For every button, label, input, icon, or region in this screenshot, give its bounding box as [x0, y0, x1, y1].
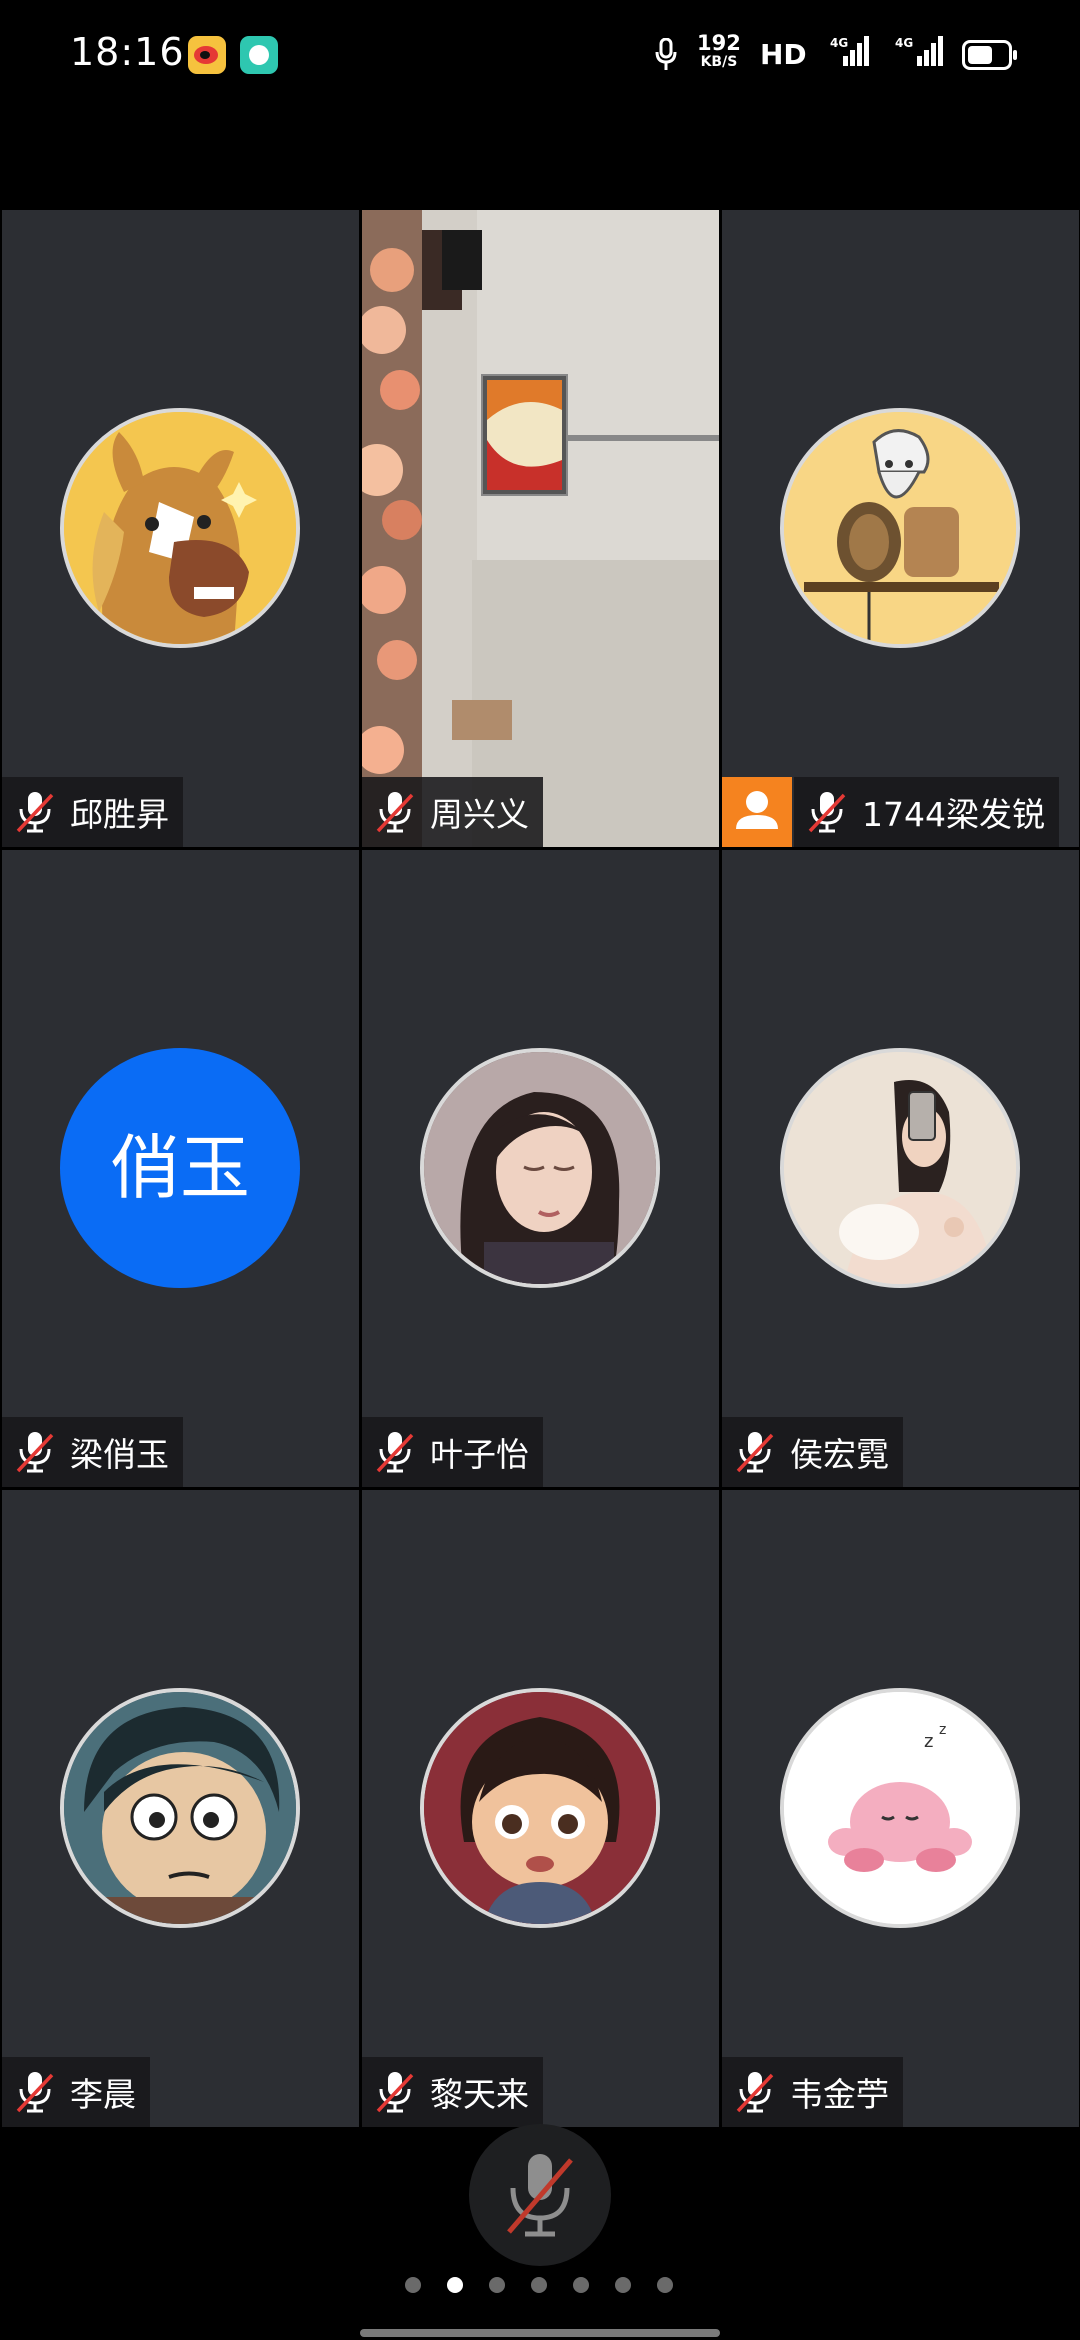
participant-tile-video[interactable]: 周兴义: [362, 210, 719, 847]
participant-label: 叶子怡: [362, 1417, 543, 1487]
avatar: [60, 1688, 300, 1928]
participant-name: 周兴义: [430, 795, 529, 834]
avatar: [60, 408, 300, 648]
participant-name: 1744梁发锐: [862, 795, 1045, 834]
mic-muted-icon: [808, 792, 846, 833]
mic-icon: [655, 38, 677, 70]
participant-label: 黎天来: [362, 2057, 543, 2127]
mic-muted-icon: [16, 2072, 54, 2113]
avatar: [420, 1688, 660, 1928]
network-speed: 192 KB/S: [697, 31, 741, 71]
participant-label: 1744梁发锐: [794, 777, 1059, 847]
signal-icon-2: [917, 36, 943, 66]
hd-indicator: HD: [760, 38, 807, 71]
signal-icon: [843, 36, 869, 66]
woman-avatar-image: [424, 1052, 656, 1284]
status-bar: 18:16 192 KB/S HD 4G 4G: [0, 0, 1080, 105]
participant-name: 梁俏玉: [70, 1435, 169, 1474]
participant-tile[interactable]: 李晨: [2, 1490, 359, 2127]
animated-girl-avatar-image: [424, 1692, 656, 1924]
participant-label: 韦金苧: [722, 2057, 903, 2127]
page-dot[interactable]: [447, 2277, 463, 2293]
mic-muted-icon: [736, 2072, 774, 2113]
participant-grid: 邱胜昇 周兴义 1744梁发锐 俏玉 梁俏玉 叶子怡 侯宏霓 李晨 黎天来 z …: [0, 210, 1080, 2127]
pink-creature-avatar-image: z z: [784, 1692, 1016, 1924]
meeting-screen: 18:16 192 KB/S HD 4G 4G 邱胜昇 周兴义 1744梁发锐 …: [0, 0, 1080, 2340]
participant-name: 黎天来: [430, 2075, 529, 2114]
page-indicator: [405, 2277, 673, 2297]
participant-tile[interactable]: 黎天来: [362, 1490, 719, 2127]
participant-name: 侯宏霓: [790, 1435, 889, 1474]
participant-name: 叶子怡: [430, 1435, 529, 1474]
participant-tile[interactable]: 1744梁发锐: [722, 210, 1079, 847]
mic-muted-icon: [376, 1432, 414, 1473]
battery-icon: [962, 40, 1017, 70]
video-feed: [362, 210, 719, 847]
avatar: [420, 1048, 660, 1288]
mic-muted-icon: [16, 1432, 54, 1473]
horse-avatar-image: [64, 412, 296, 644]
avatar: z z: [780, 1688, 1020, 1928]
participant-label: 邱胜昇: [2, 777, 183, 847]
avatar: [780, 1048, 1020, 1288]
participant-name: 邱胜昇: [70, 795, 169, 834]
selfie-avatar-image: [784, 1052, 1016, 1284]
miner-avatar-image: [784, 412, 1016, 644]
mic-muted-icon: [376, 792, 414, 833]
mic-muted-icon: [507, 2154, 573, 2237]
avatar-initials: 俏玉: [60, 1048, 300, 1288]
home-indicator[interactable]: [360, 2329, 720, 2337]
page-dot[interactable]: [405, 2277, 421, 2293]
weibo-icon: [188, 36, 226, 74]
mic-muted-icon: [16, 792, 54, 833]
host-person-icon: [736, 791, 778, 829]
page-dot[interactable]: [657, 2277, 673, 2293]
anime-boy-avatar-image: [64, 1692, 296, 1924]
participant-tile[interactable]: 邱胜昇: [2, 210, 359, 847]
svg-text:z: z: [939, 1722, 946, 1738]
participant-name: 李晨: [70, 2075, 136, 2114]
message-icon: [240, 36, 278, 74]
avatar: [780, 408, 1020, 648]
page-dot[interactable]: [489, 2277, 505, 2293]
svg-text:z: z: [924, 1731, 933, 1752]
mic-muted-icon: [376, 2072, 414, 2113]
page-dot[interactable]: [531, 2277, 547, 2293]
participant-tile[interactable]: 侯宏霓: [722, 850, 1079, 1487]
participant-label: 周兴义: [362, 777, 543, 847]
participant-label: 侯宏霓: [722, 1417, 903, 1487]
status-time: 18:16: [70, 30, 185, 74]
participant-tile[interactable]: 叶子怡: [362, 850, 719, 1487]
page-dot[interactable]: [615, 2277, 631, 2293]
participant-label: 李晨: [2, 2057, 150, 2127]
host-badge: [722, 777, 792, 847]
mic-toggle-button[interactable]: [469, 2124, 611, 2266]
mic-muted-icon: [736, 1432, 774, 1473]
page-dot[interactable]: [573, 2277, 589, 2293]
participant-name: 韦金苧: [790, 2075, 889, 2114]
participant-label: 梁俏玉: [2, 1417, 183, 1487]
participant-tile[interactable]: 俏玉 梁俏玉: [2, 850, 359, 1487]
participant-tile[interactable]: z z 韦金苧: [722, 1490, 1079, 2127]
